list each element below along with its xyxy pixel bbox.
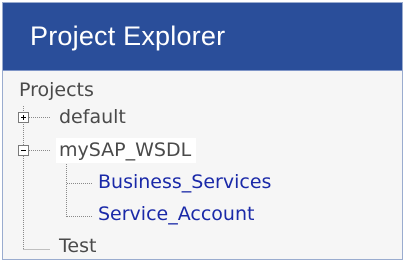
minus-box-icon[interactable]	[18, 145, 29, 156]
project-tree: Projects default mySAP_WSDL Business_Ser…	[3, 71, 402, 259]
tree-node-business-services[interactable]: Business_Services	[98, 170, 271, 194]
panel-header: Project Explorer	[3, 3, 402, 71]
tree-node-default[interactable]: default	[59, 105, 126, 129]
panel-title: Project Explorer	[30, 21, 226, 51]
tree-node-test[interactable]: Test	[59, 234, 96, 258]
project-explorer-panel: Project Explorer Projects default mySAP_…	[2, 2, 403, 260]
tree-node-mysap-wsdl[interactable]: mySAP_WSDL	[56, 138, 197, 163]
projects-root-label: Projects	[19, 79, 94, 101]
plus-box-icon[interactable]	[18, 112, 29, 123]
tree-node-service-account[interactable]: Service_Account	[98, 202, 254, 226]
